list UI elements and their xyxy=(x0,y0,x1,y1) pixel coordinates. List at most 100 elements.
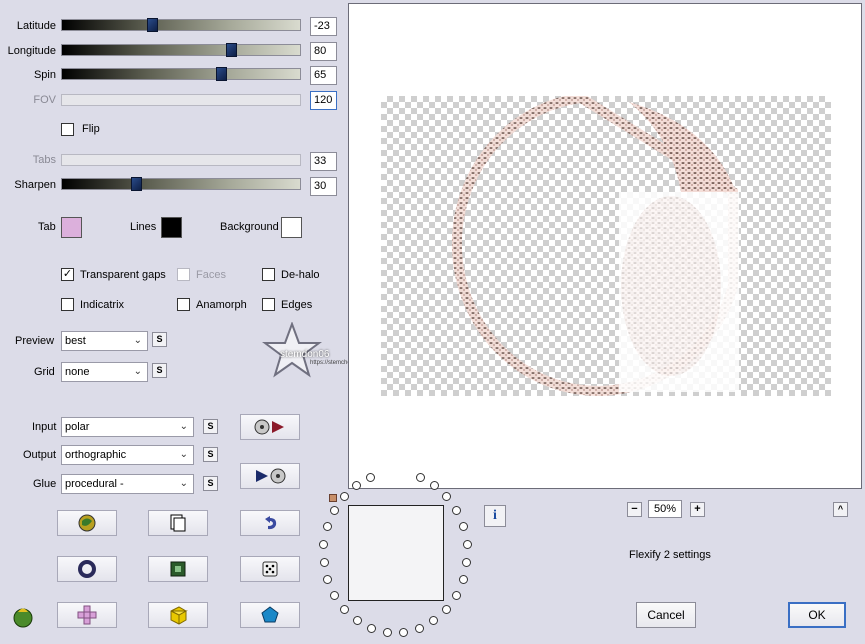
info-button[interactable]: i xyxy=(484,505,506,527)
grid-select[interactable]: none ⌄ xyxy=(61,362,148,382)
glue-select[interactable]: procedural - ⌄ xyxy=(61,474,194,494)
preview-select[interactable]: best ⌄ xyxy=(61,331,148,351)
pentagon-shape-button[interactable] xyxy=(240,602,300,628)
longitude-label: Longitude xyxy=(7,45,56,57)
pentagon-icon xyxy=(261,606,279,623)
preset-dot[interactable] xyxy=(458,574,468,584)
sharpen-value[interactable]: 30 xyxy=(310,177,337,196)
input-s-button[interactable]: S xyxy=(203,419,218,434)
preset-dot[interactable] xyxy=(367,623,377,633)
cancel-button[interactable]: Cancel xyxy=(636,602,696,628)
send-to-preset-button[interactable] xyxy=(240,414,300,440)
anamorph-checkbox[interactable] xyxy=(177,298,190,311)
output-select[interactable]: orthographic ⌄ xyxy=(61,445,194,465)
edges-checkbox[interactable] xyxy=(262,298,275,311)
cube-shape-button[interactable] xyxy=(148,602,208,628)
spin-value[interactable]: 65 xyxy=(310,66,337,85)
preset-dot[interactable] xyxy=(415,472,425,482)
copy-pages-icon xyxy=(170,514,186,532)
glue-select-value: procedural - xyxy=(65,478,124,490)
fov-slider[interactable] xyxy=(61,94,301,106)
output-select-value: orthographic xyxy=(65,449,127,461)
lines-color-swatch[interactable] xyxy=(161,217,182,238)
anamorph-label: Anamorph xyxy=(196,299,247,311)
latitude-value[interactable]: -23 xyxy=(310,17,337,36)
preset-dot[interactable] xyxy=(352,615,362,625)
preset-dot[interactable] xyxy=(319,557,329,567)
preset-dot[interactable] xyxy=(319,539,329,549)
randomize-globe-button[interactable] xyxy=(57,510,117,536)
ring-start-handle[interactable] xyxy=(329,494,337,502)
longitude-value[interactable]: 80 xyxy=(310,42,337,61)
preset-dot[interactable] xyxy=(339,492,349,502)
globe-icon xyxy=(78,514,96,532)
preview-panel[interactable] xyxy=(348,3,862,489)
disc-arrow-right-icon xyxy=(254,419,284,435)
grid-s-button[interactable]: S xyxy=(152,363,167,378)
preset-dot[interactable] xyxy=(459,522,469,532)
preset-dot[interactable] xyxy=(340,604,350,614)
flip-checkbox[interactable] xyxy=(61,123,74,136)
fov-label: FOV xyxy=(33,94,56,106)
collapse-button[interactable]: ^ xyxy=(833,502,848,517)
zoom-in-button[interactable]: + xyxy=(690,502,705,517)
dice-icon xyxy=(262,561,278,577)
preset-dot[interactable] xyxy=(451,590,461,600)
tab-color-swatch[interactable] xyxy=(61,217,82,238)
preset-dot[interactable] xyxy=(351,480,361,490)
preset-dot[interactable] xyxy=(452,506,462,516)
spin-slider-thumb[interactable] xyxy=(216,67,228,81)
fov-value[interactable]: 120 xyxy=(310,91,337,110)
faces-checkbox[interactable] xyxy=(177,268,190,281)
cross-shape-button[interactable] xyxy=(57,602,117,628)
transparent-gaps-checkbox[interactable]: ✓ xyxy=(61,268,74,281)
copy-button[interactable] xyxy=(148,510,208,536)
ok-button[interactable]: OK xyxy=(788,602,846,628)
preset-dot[interactable] xyxy=(430,480,440,490)
preset-dot[interactable] xyxy=(442,492,452,502)
preset-dot[interactable] xyxy=(382,627,392,637)
indicatrix-checkbox[interactable] xyxy=(61,298,74,311)
tabs-value[interactable]: 33 xyxy=(310,152,337,171)
latitude-slider-thumb[interactable] xyxy=(147,18,159,32)
preview-label: Preview xyxy=(15,335,55,347)
background-color-swatch[interactable] xyxy=(281,217,302,238)
latitude-slider[interactable] xyxy=(61,18,301,32)
load-from-preset-button[interactable] xyxy=(240,463,300,489)
preset-dot[interactable] xyxy=(322,522,332,532)
preset-dot[interactable] xyxy=(462,539,472,549)
zoom-out-button[interactable]: − xyxy=(627,502,642,517)
chevron-down-icon: ⌄ xyxy=(179,449,188,460)
grid-label: Grid xyxy=(34,366,55,378)
preset-dot[interactable] xyxy=(329,506,339,516)
output-label: Output xyxy=(23,449,57,461)
glue-s-button[interactable]: S xyxy=(203,476,218,491)
undo-button[interactable] xyxy=(240,510,300,536)
output-s-button[interactable]: S xyxy=(203,447,218,462)
preset-dot[interactable] xyxy=(323,574,333,584)
zoom-level: 50% xyxy=(648,500,682,518)
spin-slider[interactable] xyxy=(61,67,301,81)
dehalo-checkbox[interactable] xyxy=(262,268,275,281)
longitude-slider[interactable] xyxy=(61,43,301,57)
preset-dot[interactable] xyxy=(462,557,472,567)
square-frame-button[interactable] xyxy=(148,556,208,582)
preview-select-value: best xyxy=(65,335,86,347)
preset-dot[interactable] xyxy=(414,623,424,633)
preset-dot[interactable] xyxy=(330,590,340,600)
preset-dot[interactable] xyxy=(429,615,439,625)
tabs-slider[interactable] xyxy=(61,154,301,166)
tab-color-label: Tab xyxy=(38,221,56,233)
preset-dot[interactable] xyxy=(399,627,409,637)
preview-s-button[interactable]: S xyxy=(152,332,167,347)
random-dice-button[interactable] xyxy=(240,556,300,582)
sharpen-slider-thumb[interactable] xyxy=(130,177,142,191)
input-select[interactable]: polar ⌄ xyxy=(61,417,194,437)
transparent-gaps-label: Transparent gaps xyxy=(80,269,166,281)
sharpen-slider[interactable] xyxy=(61,177,301,191)
square-frame-icon xyxy=(170,561,186,577)
longitude-slider-thumb[interactable] xyxy=(225,43,237,57)
ring-shape-button[interactable] xyxy=(57,556,117,582)
flip-label: Flip xyxy=(82,123,100,135)
preset-dot[interactable] xyxy=(441,604,451,614)
